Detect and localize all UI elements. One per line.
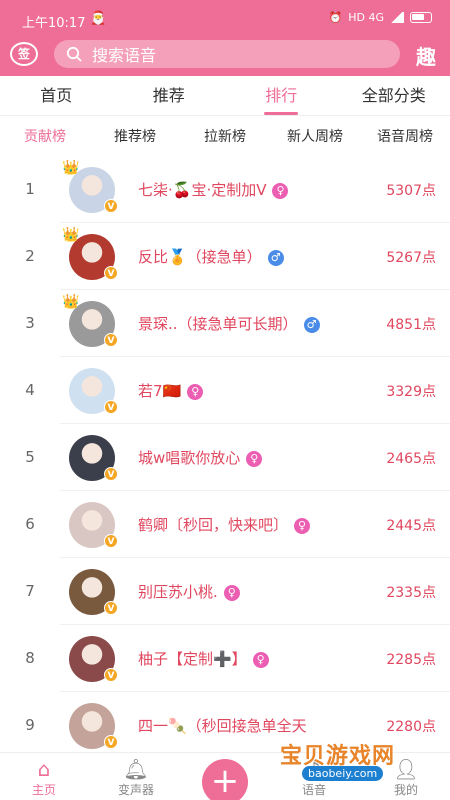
- status-app-icon: 🎅: [90, 11, 107, 26]
- rank-number: 6: [25, 515, 35, 533]
- ranking-row[interactable]: 1 👑 V 七柒·🍒宝·定制加V ♀ 5307点: [25, 156, 450, 223]
- search-placeholder: 搜索语音: [92, 46, 157, 65]
- verified-badge-icon: V: [104, 735, 118, 749]
- female-icon: ♀: [246, 451, 263, 467]
- rank-number: 8: [25, 649, 35, 667]
- bottom-tab-home-label: 主页: [31, 783, 56, 797]
- points-value: 2335点: [386, 585, 436, 601]
- male-icon: ♂: [267, 250, 284, 266]
- ranking-row[interactable]: 3 👑 V 景琛..（接急单可长期） ♂ 4851点: [25, 290, 450, 357]
- ranking-row[interactable]: 7 V 别压苏小桃. ♀ 2335点: [25, 558, 450, 625]
- subtab-newbie-weekly[interactable]: 新人周榜: [270, 120, 360, 154]
- nickname: 城w唱歌你放心 ♀: [138, 447, 263, 468]
- tab-home[interactable]: 首页: [0, 76, 113, 115]
- top-header: 上午10:17 🎅 ⏰ HD 4G 签 搜索语音 趣: [0, 0, 450, 76]
- points-value: 3329点: [386, 384, 436, 400]
- status-icons: ⏰ HD 4G: [329, 11, 432, 24]
- alarm-icon: ⏰: [328, 11, 343, 24]
- nickname-text: 城w唱歌你放心: [138, 449, 241, 467]
- nickname: 鹤卿〔秒回，快来吧〕 ♀: [138, 514, 311, 535]
- signal-icon: [390, 12, 404, 23]
- female-icon: ♀: [187, 384, 204, 400]
- ranking-row[interactable]: 2 👑 V 反比🏅（接急单） ♂ 5267点: [25, 223, 450, 290]
- subtab-contribution[interactable]: 贡献榜: [0, 120, 90, 154]
- nickname-text: 鹤卿〔秒回，快来吧〕: [138, 516, 289, 534]
- nickname: 别压苏小桃. ♀: [138, 581, 240, 602]
- verified-badge-icon: V: [104, 400, 118, 414]
- female-icon: ♀: [252, 652, 269, 668]
- verified-badge-icon: V: [104, 601, 118, 615]
- verified-badge-icon: V: [104, 199, 118, 213]
- points-value: 2445点: [386, 518, 436, 534]
- crown-icon: 👑: [62, 160, 80, 176]
- bottom-tab-home[interactable]: ⌂ 主页: [14, 757, 74, 798]
- ranking-subnav: 贡献榜 推荐榜 拉新榜 新人周榜 语音周榜: [0, 120, 450, 154]
- nickname: 若7🇨🇳 ♀: [138, 380, 204, 401]
- female-icon: ♀: [272, 183, 289, 199]
- female-icon: ♀: [223, 585, 240, 601]
- nickname-text: 别压苏小桃.: [138, 583, 218, 601]
- male-icon: ♂: [303, 317, 320, 333]
- verified-badge-icon: V: [104, 266, 118, 280]
- verified-badge-icon: V: [104, 534, 118, 548]
- nickname-text: 若7🇨🇳: [138, 382, 182, 400]
- rank-number: 1: [25, 180, 35, 198]
- points-value: 5307点: [386, 183, 436, 199]
- ranking-row[interactable]: 6 V 鹤卿〔秒回，快来吧〕 ♀ 2445点: [25, 491, 450, 558]
- sign-in-button[interactable]: 签: [10, 42, 38, 66]
- tab-all-categories[interactable]: 全部分类: [338, 76, 450, 115]
- nickname-text: 反比🏅（接急单）: [138, 248, 262, 266]
- verified-badge-icon: V: [104, 668, 118, 682]
- search-input[interactable]: 搜索语音: [54, 40, 400, 68]
- bell-icon: 🔔︎: [123, 757, 149, 781]
- ranking-row[interactable]: 5 V 城w唱歌你放心 ♀ 2465点: [25, 424, 450, 491]
- rank-number: 9: [25, 716, 35, 734]
- watermark-url: baobeiy.com: [302, 766, 384, 781]
- nickname: 反比🏅（接急单） ♂: [138, 246, 284, 267]
- search-icon: [66, 46, 82, 62]
- points-value: 4851点: [386, 317, 436, 333]
- verified-badge-icon: V: [104, 333, 118, 347]
- main-nav: 首页 推荐 排行 全部分类: [0, 76, 450, 116]
- nickname-text: 景琛..（接急单可长期）: [138, 315, 298, 333]
- bottom-tab-voice-changer[interactable]: 🔔︎ 变声器: [106, 757, 166, 798]
- subtab-recommend[interactable]: 推荐榜: [90, 120, 180, 154]
- verified-badge-icon: V: [104, 467, 118, 481]
- ranking-row[interactable]: 4 V 若7🇨🇳 ♀ 3329点: [25, 357, 450, 424]
- female-icon: ♀: [294, 518, 311, 534]
- crown-icon: 👑: [62, 227, 80, 243]
- nickname-text: 七柒·🍒宝·定制加V: [138, 181, 267, 199]
- status-bar: 上午10:17 🎅 ⏰ HD 4G: [0, 0, 450, 32]
- ranking-list: 1 👑 V 七柒·🍒宝·定制加V ♀ 5307点 2 👑 V 反比🏅（接急单） ♂ 5267点 3 👑 V 景…: [0, 156, 450, 759]
- network-label: HD 4G: [348, 11, 384, 24]
- bottom-tab-voice-changer-label: 变声器: [117, 783, 154, 797]
- watermark: 宝贝游戏网 baobeiy.com: [276, 730, 436, 800]
- tab-recommend[interactable]: 推荐: [113, 76, 226, 115]
- home-icon: ⌂: [37, 757, 51, 781]
- add-button[interactable]: +: [202, 759, 248, 800]
- subtab-voice-weekly[interactable]: 语音周榜: [360, 120, 450, 154]
- nickname: 柚子【定制➕】 ♀: [138, 648, 269, 669]
- rank-number: 2: [25, 247, 35, 265]
- points-value: 2285点: [386, 652, 436, 668]
- rank-number: 5: [25, 448, 35, 466]
- fun-button[interactable]: 趣: [416, 41, 436, 70]
- tab-ranking[interactable]: 排行: [225, 76, 338, 115]
- ranking-row[interactable]: 8 V 柚子【定制➕】 ♀ 2285点: [25, 625, 450, 692]
- points-value: 2465点: [386, 451, 436, 467]
- battery-icon: [410, 12, 432, 23]
- nickname-text: 柚子【定制➕】: [138, 650, 247, 668]
- rank-number: 4: [25, 381, 35, 399]
- crown-icon: 👑: [62, 294, 80, 310]
- points-value: 5267点: [386, 250, 436, 266]
- status-time: 上午10:17: [22, 16, 86, 31]
- rank-number: 7: [25, 582, 35, 600]
- rank-number: 3: [25, 314, 35, 332]
- subtab-new-user[interactable]: 拉新榜: [180, 120, 270, 154]
- nickname: 景琛..（接急单可长期） ♂: [138, 313, 320, 334]
- nickname: 七柒·🍒宝·定制加V ♀: [138, 179, 289, 200]
